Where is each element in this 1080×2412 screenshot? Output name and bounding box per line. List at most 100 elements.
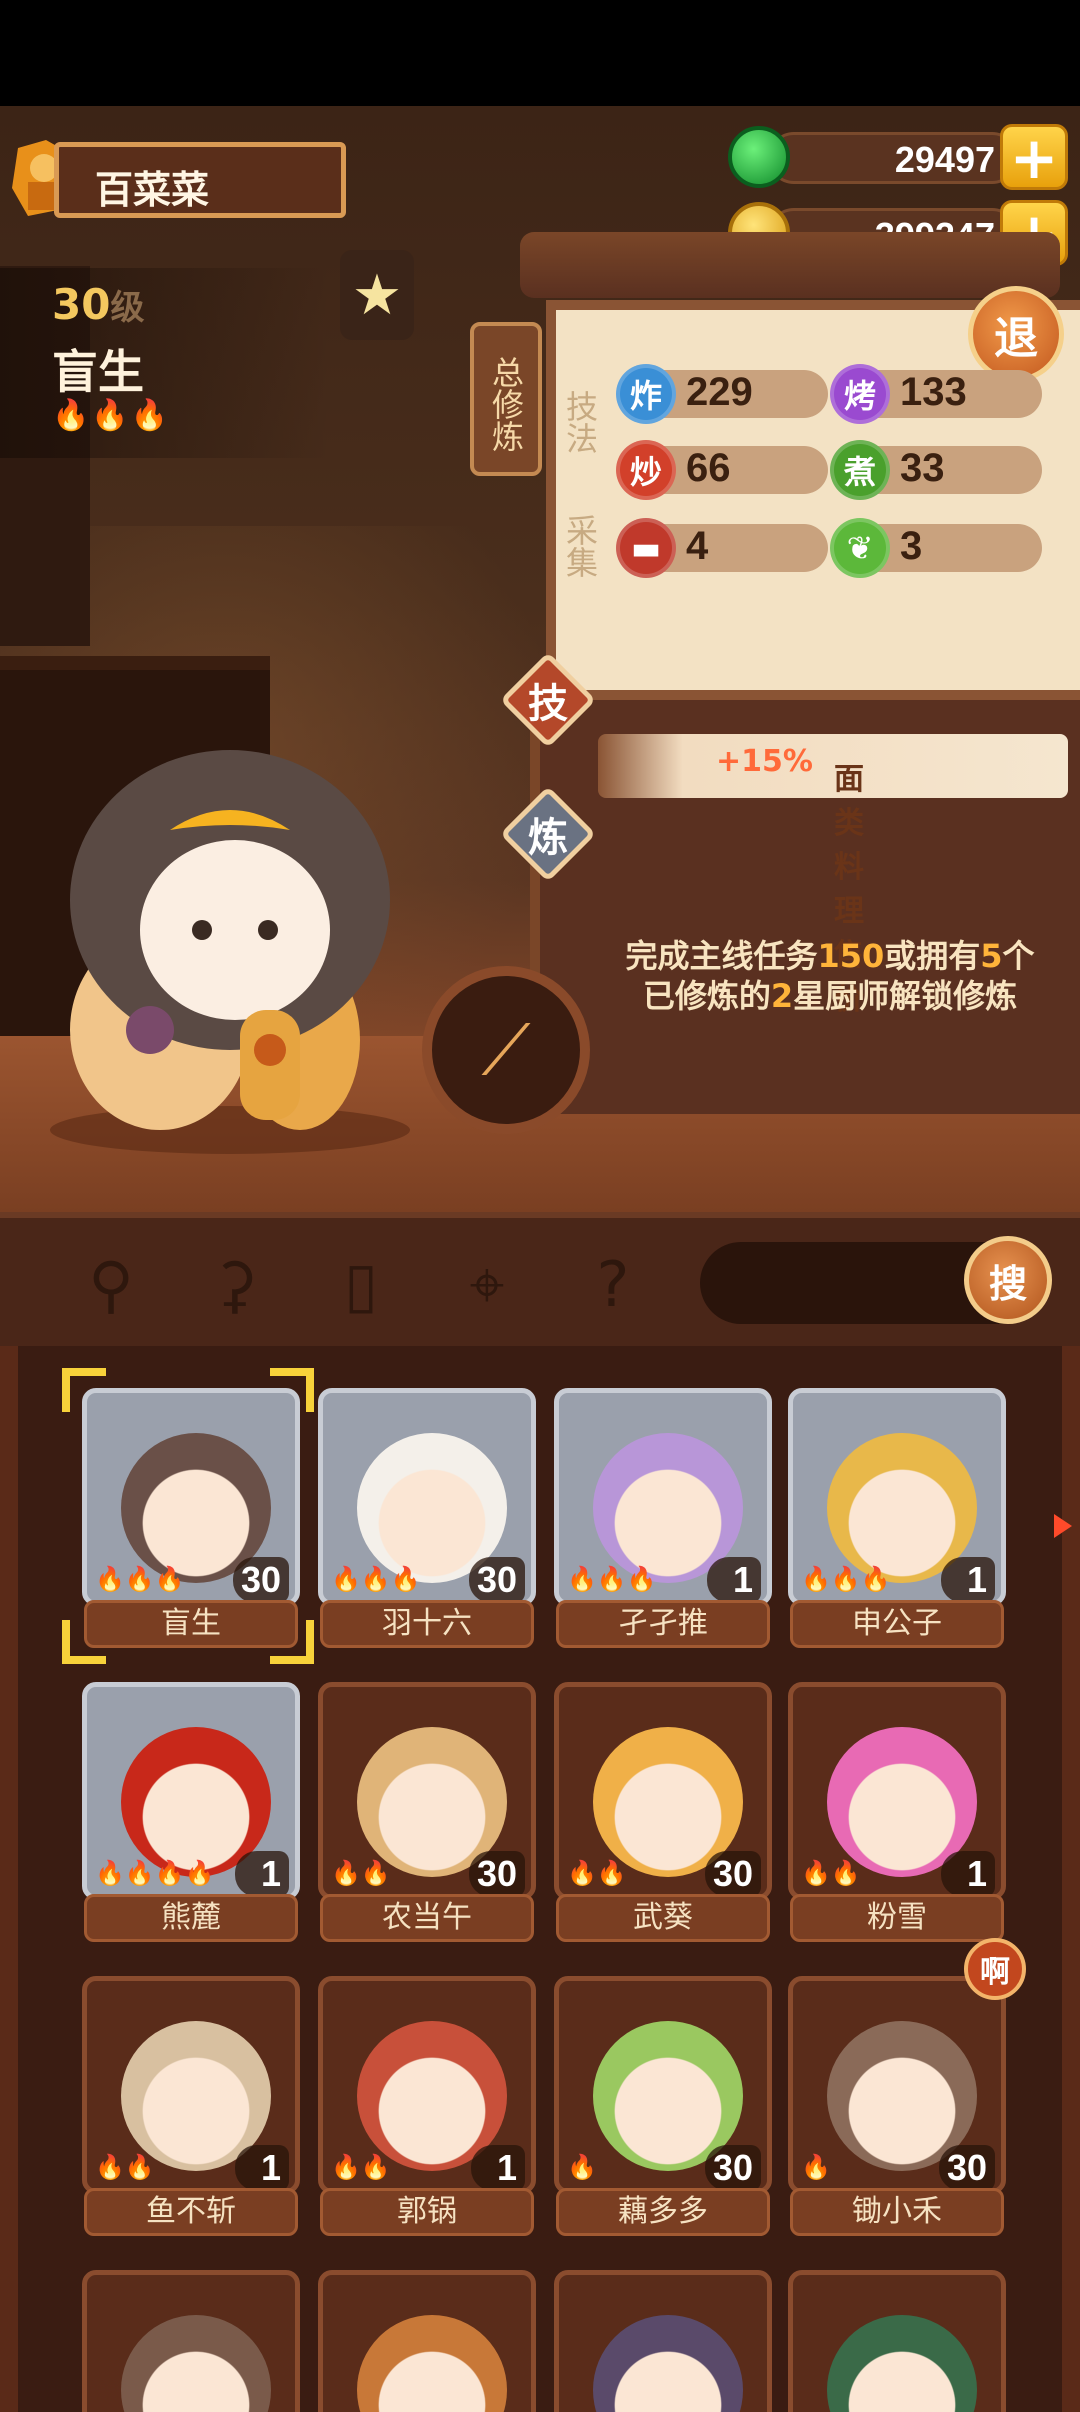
fry-icon: 炸 (616, 364, 676, 424)
chef-card-name: 农当午 (320, 1894, 534, 1942)
refine-tab-button[interactable]: 炼 (499, 785, 597, 883)
chef-card-name: 藕多多 (556, 2188, 770, 2236)
chef-card[interactable]: 🔥🔥🔥🔥 1 熊麓 (82, 1682, 300, 1942)
chef-level-badge: 1 (235, 2145, 289, 2189)
chef-star-flames: 🔥🔥 (95, 2153, 155, 2181)
meat-leg-icon[interactable]: ⚲ (72, 1246, 150, 1324)
favorite-star-icon[interactable]: ★ (340, 250, 414, 340)
chef-card-name: 郭锅 (320, 2188, 534, 2236)
selection-corner (62, 1620, 106, 1664)
player-nameplate[interactable]: 百菜菜 (8, 138, 346, 220)
chef-card-name: 羽十六 (320, 1600, 534, 1648)
skill-roast: 烤 133 (830, 364, 1042, 424)
chef-card-name: 熊麓 (84, 1894, 298, 1942)
skill-boil: 煮 33 (830, 440, 1042, 500)
chopsticks-icon: ⟋ (481, 1008, 531, 1091)
chef-portrait: 🔥🔥 1 (82, 1976, 300, 2194)
chef-level-badge: 30 (704, 2145, 761, 2189)
exit-button[interactable]: 退 (968, 286, 1064, 382)
filter-bar: ⚲ ⚳ ▯ ⌖ ? 搜 (0, 1212, 1080, 1346)
chef-star-flames: 🔥🔥 (801, 1859, 861, 1887)
selection-corner (62, 1368, 106, 1412)
chef-card-name: 申公子 (790, 1600, 1004, 1648)
stirfry-icon: 炒 (616, 440, 676, 500)
chef-portrait: 🔥🔥🔥🔥 1 (82, 1682, 300, 1900)
panel-scroll-header (520, 232, 1060, 298)
chef-star-flames: 🔥🔥🔥 (331, 1565, 421, 1593)
player-name: 百菜菜 (95, 168, 210, 212)
chef-card[interactable]: 🔥🔥🔥 30 羽十六 (318, 1388, 536, 1648)
chef-portrait (82, 2270, 300, 2412)
chef-card[interactable]: 🔥🔥 1 鱼不斩 (82, 1976, 300, 2236)
chef-star-flames: 🔥 (567, 2153, 597, 2181)
chef-star-flames: 🔥🔥🔥 (95, 1565, 185, 1593)
add-jade-button[interactable]: + (1000, 124, 1068, 190)
chef-card[interactable]: 🔥🔥🔥 1 申公子 (788, 1388, 1006, 1648)
total-training-tab[interactable]: 总修炼 (470, 322, 542, 476)
chef-portrait: 🔥🔥 1 (318, 1976, 536, 2194)
vegetable-icon: ❦ (830, 518, 890, 578)
jade-amount: 29497 (894, 139, 995, 180)
chef-level-badge: 30 (704, 1851, 761, 1895)
chef-portrait: 🔥🔥🔥 30 (82, 1388, 300, 1606)
status-bar (0, 0, 1080, 106)
chef-card[interactable] (82, 2270, 300, 2412)
search-button[interactable]: 搜 (964, 1236, 1052, 1324)
chef-level-badge: 30 (938, 2145, 995, 2189)
cook-button[interactable]: ⟋ (422, 966, 590, 1142)
chef-card[interactable]: 🔥 30 藕多多 (554, 1976, 772, 2236)
chef-face (593, 2315, 743, 2412)
skill-tab-button[interactable]: 技 (499, 651, 597, 749)
chef-level-badge: 1 (235, 1851, 289, 1895)
jar-icon[interactable]: ▯ (322, 1246, 400, 1324)
shovel-icon[interactable]: ⚳ (196, 1246, 274, 1324)
chef-face (121, 2315, 271, 2412)
chef-star-flames: 🔥🔥🔥 (801, 1565, 891, 1593)
location-icon[interactable]: ⌖ (448, 1246, 526, 1324)
bonus-ribbon: 面类料理售价 +15% (598, 734, 1068, 1017)
meat-icon: ▬ (616, 518, 676, 578)
chef-card-name: 孑孑推 (556, 1600, 770, 1648)
chef-name: 盲生 (52, 345, 144, 399)
chef-card[interactable]: 🔥🔥 1 郭锅 (318, 1976, 536, 2236)
chef-level-badge: 30 (232, 1557, 289, 1601)
chef-card[interactable] (554, 2270, 772, 2412)
chef-face (357, 2315, 507, 2412)
jade-icon (728, 126, 790, 188)
chef-card[interactable]: 🔥 30 锄小禾 (788, 1976, 1006, 2236)
chef-level-badge: 1 (941, 1557, 995, 1601)
chef-portrait: 🔥 30 (788, 1976, 1006, 2194)
boil-icon: 煮 (830, 440, 890, 500)
unlock-hint: 完成主线任务150或拥有5个 已修炼的2星厨师解锁修炼 (625, 937, 1035, 1015)
gather-vegetable: ❦ 3 (830, 518, 1042, 578)
roast-icon: 烤 (830, 364, 890, 424)
exclaim-badge: 啊 (964, 1938, 1026, 2000)
chef-star-flames: 🔥🔥 (331, 1859, 391, 1887)
chef-card[interactable]: 🔥🔥 1 粉雪 (788, 1682, 1006, 1942)
chef-card[interactable]: 🔥🔥🔥 30 盲生 (82, 1388, 300, 1648)
chef-portrait (788, 2270, 1006, 2412)
chef-flames: 🔥🔥🔥 (52, 398, 171, 433)
chef-card-name: 粉雪 (790, 1894, 1004, 1942)
chef-card[interactable]: 🔥🔥🔥 1 孑孑推 (554, 1388, 772, 1648)
selection-corner (270, 1368, 314, 1412)
skill-stirfry: 炒 66 (616, 440, 828, 500)
chef-level: 30级 (52, 280, 145, 329)
chef-card[interactable]: 🔥🔥 30 农当午 (318, 1682, 536, 1942)
mystery-box-icon[interactable]: ? (574, 1246, 652, 1324)
chef-portrait (318, 2270, 536, 2412)
chef-level-badge: 30 (468, 1557, 525, 1601)
chef-star-flames: 🔥🔥 (331, 2153, 391, 2181)
chef-card[interactable] (318, 2270, 536, 2412)
selection-corner (270, 1620, 314, 1664)
chef-portrait: 🔥🔥🔥 1 (788, 1388, 1006, 1606)
chef-star-flames: 🔥🔥 (567, 1859, 627, 1887)
chef-card[interactable]: 🔥🔥 30 武葵 (554, 1682, 772, 1942)
chef-level-badge: 30 (468, 1851, 525, 1895)
chef-star-flames: 🔥 (801, 2153, 831, 2181)
chef-star-flames: 🔥🔥🔥🔥 (95, 1859, 215, 1887)
chef-star-flames: 🔥🔥🔥 (567, 1565, 657, 1593)
chef-card[interactable] (788, 2270, 1006, 2412)
chef-portrait: 🔥 30 (554, 1976, 772, 2194)
chef-info: 30级 盲生 🔥🔥🔥 (0, 268, 330, 458)
